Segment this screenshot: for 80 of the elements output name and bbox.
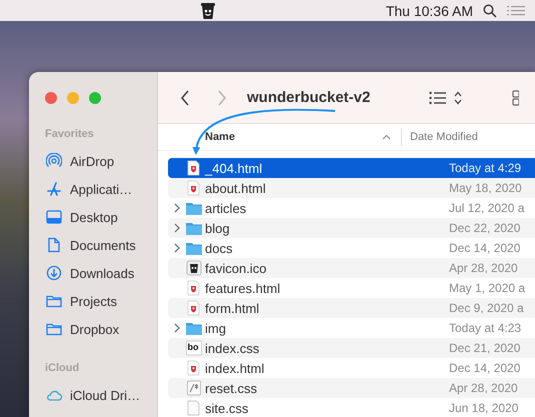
- folder-icon: [186, 200, 202, 216]
- download-icon: [46, 265, 62, 281]
- sidebar-item[interactable]: AirDrop: [45, 151, 157, 171]
- file-date: Dec 14, 2020: [449, 241, 520, 255]
- shield-file-icon: [186, 360, 202, 376]
- file-date: Apr 28, 2020: [449, 261, 518, 275]
- folder-icon: [46, 321, 62, 337]
- file-name: features.html: [205, 280, 282, 296]
- file-row[interactable]: _404.html Today at 4:29: [168, 158, 535, 178]
- file-row[interactable]: favicon.ico Apr 28, 2020: [168, 258, 535, 278]
- file-row[interactable]: reset.css Apr 28, 2020: [168, 378, 535, 398]
- bucket-icon[interactable]: [200, 2, 216, 20]
- sidebar-heading: iCloud: [45, 362, 80, 376]
- airdrop-icon: [46, 153, 62, 169]
- menu-clock[interactable]: Thu 10:36 AM: [386, 2, 473, 18]
- folder-icon: [46, 293, 62, 309]
- shield-file-icon: [186, 280, 202, 296]
- file-row[interactable]: about.html May 18, 2020: [168, 178, 535, 198]
- folder-icon: [186, 240, 202, 256]
- file-name: form.html: [205, 300, 260, 316]
- file-name: index.html: [205, 360, 266, 376]
- shield-file-icon: [186, 180, 202, 196]
- list-view-icon[interactable]: [429, 90, 446, 104]
- file-name: _404.html: [205, 160, 264, 176]
- shield-file-icon: [186, 300, 202, 316]
- file-name: site.css: [205, 400, 250, 416]
- sidebar-item[interactable]: Projects: [45, 291, 157, 311]
- file-date: Dec 22, 2020: [449, 221, 520, 235]
- file-row[interactable]: site.css Jun 18, 2020: [168, 398, 535, 417]
- file-name: favicon.ico: [205, 260, 268, 276]
- sidebar-item[interactable]: Applicati…: [45, 179, 157, 199]
- search-icon[interactable]: [483, 4, 497, 18]
- file-name: reset.css: [205, 380, 258, 396]
- file-date: Today at 4:29: [449, 161, 522, 175]
- back-icon[interactable]: [180, 90, 190, 106]
- file-date: May 1, 2020 a: [449, 281, 526, 295]
- window-title: wunderbucket-v2: [247, 89, 372, 106]
- file-date: Dec 21, 2020: [449, 341, 520, 355]
- file-date: Today at 4:23: [449, 321, 522, 335]
- up-down-chevron-icon[interactable]: [454, 90, 462, 104]
- file-name: index.css: [205, 340, 260, 356]
- file-name: img: [205, 320, 227, 336]
- file-row[interactable]: index.html Dec 14, 2020: [168, 358, 535, 378]
- sidebar-heading: Favorites: [45, 128, 95, 142]
- script-file-icon: [186, 380, 202, 396]
- column-header[interactable]: Name: [158, 128, 402, 146]
- close-button[interactable]: [45, 92, 57, 104]
- bucket-file-icon: [186, 260, 202, 276]
- file-row[interactable]: articles Jul 12, 2020 a: [168, 198, 535, 218]
- text-file-icon: bo: [186, 340, 202, 356]
- file-date: Apr 28, 2020: [449, 381, 518, 395]
- file-row[interactable]: docs Dec 14, 2020: [168, 238, 535, 258]
- app-store-icon: [46, 181, 62, 197]
- sidebar-item[interactable]: Documents: [45, 235, 157, 255]
- file-date: Dec 14, 2020: [449, 361, 520, 375]
- file-date: May 18, 2020: [449, 181, 522, 195]
- file-name: articles: [205, 200, 248, 216]
- file-name: docs: [205, 240, 234, 256]
- sort-caret-icon: [382, 134, 391, 140]
- folder-icon: [186, 320, 202, 336]
- file-row[interactable]: features.html May 1, 2020 a: [168, 278, 535, 298]
- file-row[interactable]: blog Dec 22, 2020: [168, 218, 535, 238]
- column-header[interactable]: Date Modified: [402, 124, 478, 150]
- sidebar-item[interactable]: Desktop: [45, 207, 157, 227]
- file-row[interactable]: img Today at 4:23: [168, 318, 535, 338]
- document-icon: [46, 237, 62, 253]
- file-row[interactable]: form.html Dec 9, 2020 a: [168, 298, 535, 318]
- desktop-icon: [46, 209, 62, 225]
- file-name: about.html: [205, 180, 267, 196]
- folder-icon: [186, 220, 202, 236]
- file-date: Jun 18, 2020: [449, 401, 518, 415]
- shield-file-icon: [186, 160, 202, 176]
- file-date: Jul 12, 2020 a: [449, 201, 524, 215]
- file-name: blog: [205, 220, 231, 236]
- file-date: Dec 9, 2020 a: [449, 301, 524, 315]
- file-row[interactable]: bo index.css Dec 21, 2020: [168, 338, 535, 358]
- grid-icon[interactable]: [512, 90, 519, 106]
- sidebar-item[interactable]: Dropbox: [45, 319, 157, 339]
- sidebar-item[interactable]: Downloads: [45, 263, 157, 283]
- sidebar-item[interactable]: iCloud Dri…: [45, 385, 157, 405]
